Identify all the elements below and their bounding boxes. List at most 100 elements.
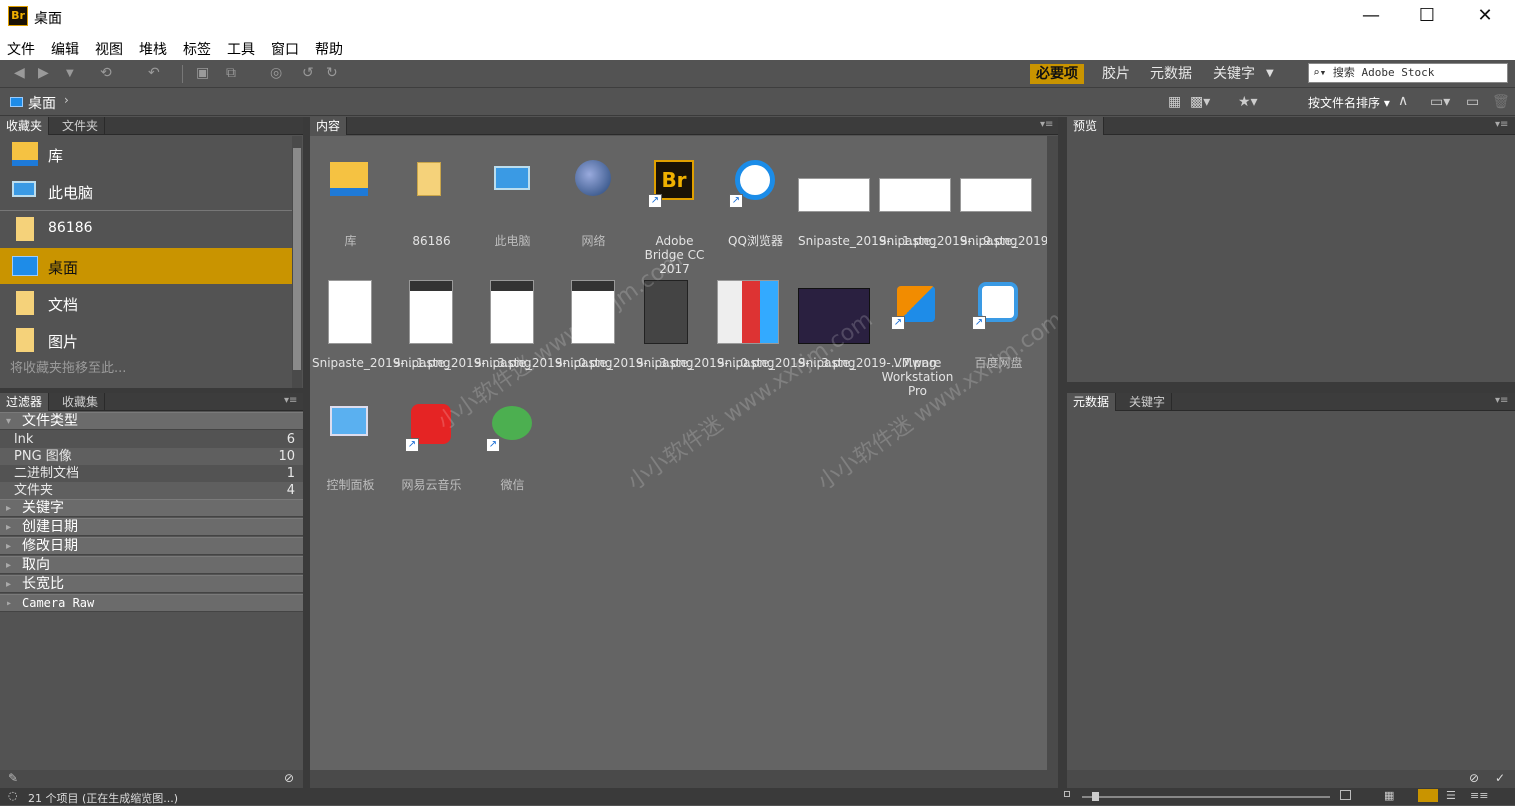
delete-icon[interactable]: 🗑 (1492, 94, 1510, 110)
menu-window[interactable]: 窗口 (271, 39, 299, 59)
rotate-left-icon[interactable]: ↺ (302, 65, 314, 81)
workspace-dropdown-icon[interactable]: ▼ (1266, 68, 1274, 79)
filter-orientation-heading[interactable]: 取向 (0, 556, 303, 574)
new-folder-icon[interactable]: ▭ (1466, 94, 1479, 110)
tab-favorites[interactable]: 收藏夹 (0, 117, 50, 135)
filter-row[interactable]: 文件夹 4 (0, 482, 303, 499)
content-scrollbar[interactable] (1047, 136, 1058, 770)
filter-row[interactable]: 二进制文档 1 (0, 465, 303, 482)
filter-row[interactable]: lnk 6 (0, 431, 303, 448)
workspace-essentials[interactable]: 必要项 (1030, 64, 1084, 84)
filter-camera-raw-heading[interactable]: Camera Raw (0, 594, 303, 612)
back-icon[interactable]: ◀ (14, 65, 25, 81)
clear-filter-icon[interactable]: ⊘ (284, 771, 294, 785)
splitter[interactable] (1058, 117, 1067, 788)
content-item-label: 微信 (500, 478, 525, 492)
panel-menu-icon[interactable]: ▾≡ (1495, 395, 1508, 406)
tab-content[interactable]: 内容 (310, 117, 348, 135)
thumbnail-view-icon[interactable] (1418, 789, 1438, 802)
pin-icon[interactable]: ✎ (8, 771, 18, 785)
menu-stacks[interactable]: 堆栈 (139, 39, 167, 59)
panel-menu-icon[interactable]: ▾≡ (284, 395, 297, 406)
content-item[interactable]: 86186 (391, 144, 472, 266)
filter-row[interactable]: PNG 图像 10 (0, 448, 303, 465)
grid-lock-icon[interactable]: ▦ (1384, 789, 1394, 802)
menu-view[interactable]: 视图 (95, 39, 123, 59)
menu-tools[interactable]: 工具 (227, 39, 255, 59)
content-item[interactable]: Snipaste_2019-...8.png (958, 144, 1098, 266)
refine-icon[interactable]: ⧉ (226, 65, 236, 81)
content-item[interactable]: Snipaste_2019-...1.png (310, 266, 450, 388)
menu-file[interactable]: 文件 (7, 39, 35, 59)
breadcrumb-desktop[interactable]: 桌面 (28, 93, 56, 113)
maximize-button[interactable]: ☐ (1399, 0, 1455, 34)
tab-metadata[interactable]: 元数据 (1067, 393, 1117, 411)
filter-file-type-heading[interactable]: 文件类型 (0, 412, 303, 430)
zoom-out-icon[interactable] (1064, 791, 1070, 797)
tab-preview[interactable]: 预览 (1067, 117, 1105, 135)
tab-collections[interactable]: 收藏集 (56, 393, 106, 411)
recent-dropdown-icon[interactable]: ▼ (66, 68, 74, 79)
view-options-icon[interactable]: ▩▾ (1190, 94, 1210, 110)
filter-date-created-heading[interactable]: 创建日期 (0, 518, 303, 536)
favorite-user-folder[interactable]: 86186 (0, 211, 292, 247)
details-view-icon[interactable]: ☰ (1446, 789, 1456, 802)
splitter[interactable] (0, 388, 303, 393)
splitter[interactable] (1067, 382, 1515, 393)
slider-thumb[interactable] (1092, 792, 1099, 801)
tab-folders[interactable]: 文件夹 (56, 117, 106, 135)
workspace-metadata[interactable]: 元数据 (1144, 64, 1198, 84)
menu-edit[interactable]: 编辑 (51, 39, 79, 59)
minimize-button[interactable]: — (1343, 0, 1399, 34)
search-input[interactable]: ⌕▾ 搜索 Adobe Stock (1308, 63, 1508, 83)
sort-ascending-icon[interactable]: ∧ (1398, 93, 1408, 109)
forward-icon[interactable]: ▶ (38, 65, 49, 81)
scrollbar-thumb[interactable] (293, 148, 301, 370)
cancel-icon[interactable]: ⊘ (1469, 771, 1479, 785)
tab-keywords[interactable]: 关键字 (1123, 393, 1173, 411)
apply-icon[interactable]: ✓ (1495, 771, 1505, 785)
filter-keywords-heading[interactable]: 关键字 (0, 499, 303, 517)
filter-aspect-ratio-heading[interactable]: 长宽比 (0, 575, 303, 593)
workspace-filmstrip[interactable]: 胶片 (1096, 64, 1136, 84)
splitter[interactable] (303, 117, 310, 788)
menu-help[interactable]: 帮助 (315, 39, 343, 59)
favorite-this-pc[interactable]: 此电脑 (0, 173, 292, 209)
photoshop-icon[interactable]: ◎ (270, 65, 282, 81)
rating-filter-icon[interactable]: ★▾ (1238, 94, 1258, 110)
favorite-pictures[interactable]: 图片 (0, 322, 292, 358)
rotate-right-icon[interactable]: ↻ (326, 65, 338, 81)
open-recent-icon[interactable]: ▭▾ (1430, 94, 1450, 110)
menu-label[interactable]: 标签 (183, 39, 211, 59)
thumbnail-size-slider[interactable] (1082, 792, 1330, 801)
sort-dropdown[interactable]: 按文件名排序 ▾ (1308, 94, 1390, 111)
zoom-in-icon[interactable] (1340, 790, 1351, 800)
favorite-desktop[interactable]: 桌面 (0, 248, 292, 284)
content-item[interactable]: Snipaste_2019-...9.png (877, 144, 1017, 266)
panel-menu-icon[interactable]: ▾≡ (1495, 119, 1508, 130)
camera-icon[interactable]: ▣ (196, 65, 209, 81)
close-button[interactable]: ✕ (1457, 0, 1513, 34)
list-view-icon[interactable]: ≡≡ (1470, 789, 1488, 802)
boomerang-icon[interactable]: ⟲ (100, 65, 112, 81)
thumbnail-quality-icon[interactable]: ▦ (1168, 94, 1181, 110)
content-item[interactable]: 此电脑 (472, 144, 553, 266)
workspace-keywords[interactable]: 关键字 (1207, 64, 1261, 84)
content-item[interactable]: Snipaste_2019-...1.png (796, 144, 936, 266)
panel-menu-icon[interactable]: ▾≡ (1040, 119, 1053, 130)
rotate-icon[interactable]: ↶ (148, 65, 160, 81)
filter-date-modified-heading[interactable]: 修改日期 (0, 537, 303, 555)
content-item[interactable]: ↗ VMware Workstation Pro (877, 266, 958, 398)
content-item[interactable]: 库 (310, 144, 391, 266)
breadcrumb-chevron-icon[interactable]: › (64, 93, 69, 107)
content-item[interactable]: Br ↗ Adobe Bridge CC 2017 (634, 144, 715, 276)
content-item[interactable]: 网络 (553, 144, 634, 266)
favorite-library[interactable]: 库 (0, 136, 292, 172)
content-item[interactable]: ↗ QQ浏览器 (715, 144, 796, 266)
favorites-scrollbar[interactable] (292, 136, 302, 388)
content-item[interactable]: 控制面板 (310, 388, 391, 510)
tab-filter[interactable]: 过滤器 (0, 393, 50, 411)
content-item[interactable]: Snipaste_2019-...3.png (391, 266, 531, 388)
favorite-documents[interactable]: 文档 (0, 285, 292, 321)
filter-tabbar: 过滤器 收藏集 ▾≡ (0, 393, 303, 411)
